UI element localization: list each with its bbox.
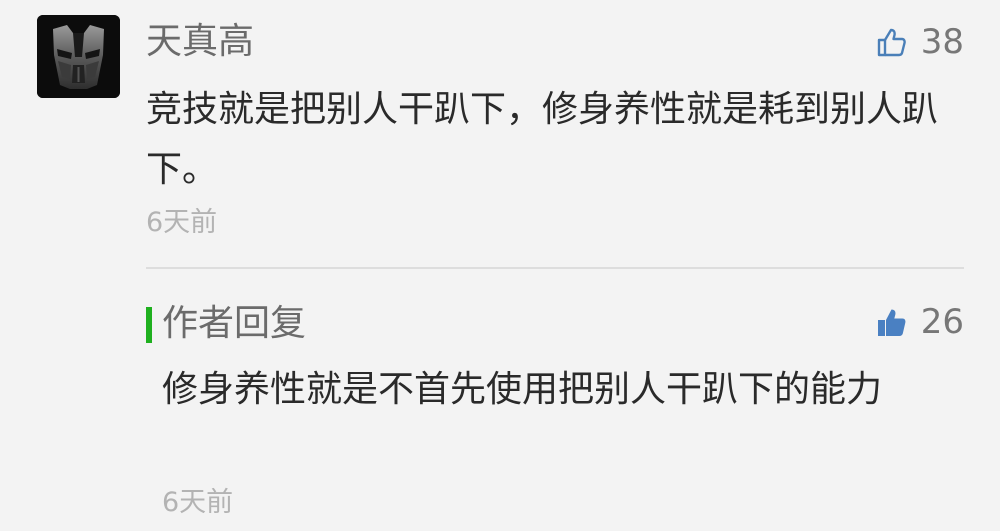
avatar[interactable]: [37, 15, 120, 98]
comment-page: 天真高 38 竞技就是把别人干趴下，修身养性就是耗到别人趴下。 6天前 作者回复…: [0, 0, 1000, 531]
author-reply-label: 作者回复: [162, 303, 307, 344]
comment-like-button[interactable]: 38: [875, 22, 964, 62]
comment-username[interactable]: 天真高: [146, 16, 254, 68]
author-reply-accent-bar: [146, 307, 152, 343]
author-reply-like-button[interactable]: 26: [875, 302, 964, 342]
thumbs-up-outline-icon: [877, 28, 906, 57]
divider: [146, 267, 964, 269]
author-reply-timestamp: 6天前: [162, 487, 234, 518]
author-reply-like-count: 26: [920, 302, 964, 342]
thumbs-up-filled-icon: [877, 309, 906, 336]
comment-like-count: 38: [920, 22, 964, 62]
autobot-mask-icon: [37, 15, 120, 98]
author-reply-text: 修身养性就是不首先使用把别人干趴下的能力: [162, 369, 883, 410]
comment-timestamp: 6天前: [146, 207, 218, 238]
comment-text: 竞技就是把别人干趴下，修身养性就是耗到别人趴下。: [146, 89, 939, 190]
